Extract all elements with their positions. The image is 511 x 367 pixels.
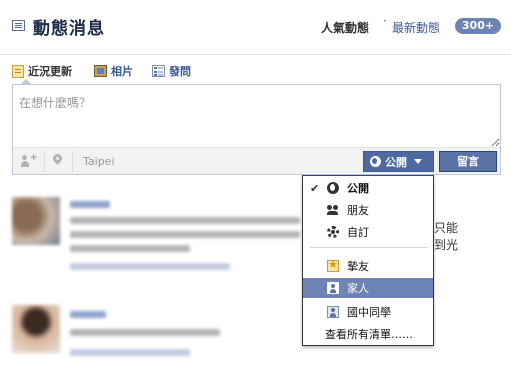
separator-dot: ·	[383, 14, 387, 28]
menu-divider	[310, 247, 428, 248]
news-feed-icon	[12, 20, 25, 31]
privacy-option-classmates[interactable]: 國中同學	[303, 302, 433, 322]
story-text	[70, 217, 300, 224]
tab-status-update[interactable]: 近況更新	[12, 63, 72, 79]
privacy-option-friends[interactable]: 朋友	[303, 200, 433, 220]
story-actions	[70, 349, 190, 356]
story-author	[70, 311, 106, 318]
avatar[interactable]	[12, 305, 60, 353]
photo-icon	[94, 65, 107, 77]
feed-stories	[0, 185, 511, 367]
globe-icon	[327, 182, 339, 194]
privacy-label: 公開	[385, 155, 407, 169]
story-text	[70, 329, 220, 336]
see-all-lists-link[interactable]: 查看所有清單……	[325, 326, 413, 342]
toolbar-divider	[72, 151, 73, 172]
new-stories-count-badge[interactable]: 300+	[455, 18, 501, 34]
news-feed-header: 動態消息 人氣動態 · 最新動態 300+	[0, 0, 511, 55]
classmates-list-icon	[327, 306, 339, 318]
composer-toolbar: + Taipei 公開 留言	[13, 147, 500, 174]
story-author	[70, 201, 110, 208]
post-button[interactable]: 留言	[439, 151, 497, 172]
tab-photo[interactable]: 相片	[94, 63, 133, 79]
tab-label: 發問	[169, 65, 191, 78]
privacy-option-custom[interactable]: 自訂	[303, 222, 433, 242]
toolbar-divider	[44, 151, 45, 172]
tab-label: 相片	[111, 65, 133, 78]
tab-question[interactable]: 發問	[152, 63, 191, 79]
story-text	[70, 245, 190, 252]
menu-item-label: 朋友	[347, 204, 369, 217]
privacy-selector-button[interactable]: 公開	[363, 151, 434, 172]
top-stories-link[interactable]: 人氣動態	[321, 19, 369, 36]
question-icon	[152, 65, 165, 77]
avatar[interactable]	[12, 197, 60, 245]
globe-icon	[370, 156, 381, 167]
check-icon: ✔	[310, 181, 320, 195]
status-composer: + Taipei 公開 留言	[12, 84, 501, 175]
gear-icon	[327, 226, 339, 238]
menu-item-label: 國中同學	[347, 306, 391, 319]
menu-item-label: 摯友	[347, 260, 369, 273]
status-input[interactable]	[13, 85, 500, 147]
composer-tabs: 近況更新 相片 發問	[0, 60, 511, 82]
location-field[interactable]: Taipei	[83, 155, 115, 168]
privacy-option-close-friends[interactable]: 摯友	[303, 256, 433, 276]
privacy-dropdown-menu: ✔ 公開 朋友 自訂 摯友 家人 國中同學 查看所有清單……	[302, 175, 434, 346]
story-text-fragment: 只能	[434, 221, 459, 235]
privacy-option-public[interactable]: ✔ 公開	[303, 178, 433, 198]
most-recent-link[interactable]: 最新動態	[392, 19, 440, 36]
menu-item-label: 公開	[347, 182, 369, 195]
chevron-down-icon	[414, 159, 422, 164]
story-text-fragment: 到光	[434, 238, 459, 252]
privacy-option-family[interactable]: 家人	[303, 278, 433, 298]
family-list-icon	[327, 282, 339, 294]
story-actions	[70, 263, 230, 270]
friends-icon	[327, 204, 339, 216]
tab-label: 近況更新	[28, 65, 72, 78]
menu-item-label: 自訂	[347, 226, 369, 239]
story-text	[70, 231, 300, 238]
page-title: 動態消息	[33, 19, 105, 39]
star-list-icon	[327, 258, 339, 272]
location-pin-icon[interactable]	[51, 152, 64, 165]
menu-item-label: 家人	[347, 282, 369, 295]
status-icon	[12, 64, 24, 78]
plus-icon: +	[30, 153, 38, 163]
